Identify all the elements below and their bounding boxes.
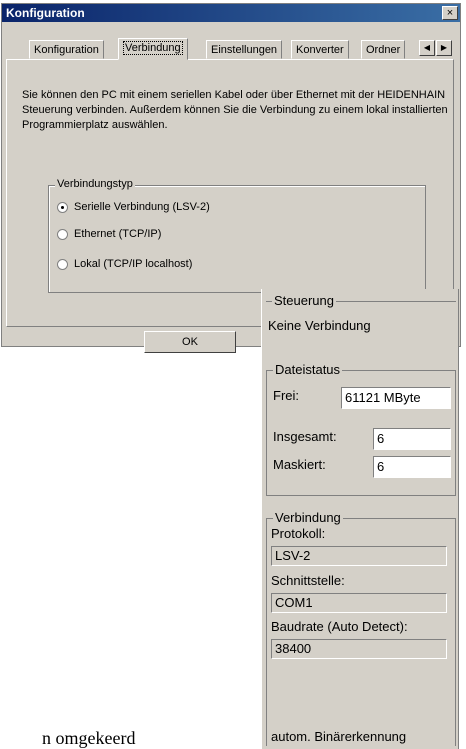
radio-unselected-icon — [57, 228, 68, 240]
insgesamt-field: 6 — [373, 428, 451, 450]
radio-ethernet[interactable]: Ethernet (TCP/IP) — [57, 228, 161, 240]
radio-local[interactable]: Lokal (TCP/IP localhost) — [57, 258, 192, 270]
tab-konverter[interactable]: Konverter — [291, 40, 349, 59]
verbindung-title: Verbindung — [273, 510, 343, 525]
close-button[interactable]: × — [442, 6, 458, 20]
schnittstelle-field: COM1 — [271, 593, 447, 613]
scroll-right-icon[interactable]: ▶ — [436, 40, 452, 56]
frei-field: 61121 MByte — [341, 387, 451, 409]
scroll-left-icon[interactable]: ◀ — [419, 40, 435, 56]
radio-selected-icon — [57, 201, 68, 213]
description-text: Sie können den PC mit einem seriellen Ka… — [22, 89, 448, 131]
tab-scroll-arrows: ◀ ▶ — [419, 40, 453, 57]
status-panel: Steuerung Keine Verbindung Dateistatus F… — [261, 289, 459, 749]
maskiert-label: Maskiert: — [273, 457, 326, 472]
tab-verbindung[interactable]: Verbindung — [118, 38, 188, 60]
baudrate-field: 38400 — [271, 639, 447, 659]
schnittstelle-label: Schnittstelle: — [271, 573, 345, 588]
radio-label: Lokal (TCP/IP localhost) — [74, 258, 193, 270]
radio-label: Serielle Verbindung (LSV-2) — [74, 201, 210, 213]
steuerung-value: Keine Verbindung — [268, 318, 371, 333]
connection-type-group: Verbindungstyp Serielle Verbindung (LSV-… — [48, 178, 426, 293]
insgesamt-label: Insgesamt: — [273, 429, 337, 444]
baudrate-label: Baudrate (Auto Detect): — [271, 619, 408, 634]
ok-button[interactable]: OK — [144, 331, 236, 353]
protokoll-field: LSV-2 — [271, 546, 447, 566]
steuerung-group: Steuerung Keine Verbindung — [266, 293, 456, 341]
page-text-fragment: n omgekeerd — [42, 728, 136, 748]
group-title: Verbindungstyp — [55, 178, 135, 190]
dateistatus-group: Dateistatus Frei: 61121 MByte Insgesamt:… — [266, 362, 456, 496]
tab-konfiguration[interactable]: Konfiguration — [29, 40, 104, 59]
maskiert-field: 6 — [373, 456, 451, 478]
tab-ordner[interactable]: Ordner — [361, 40, 406, 59]
close-icon: × — [446, 7, 454, 19]
tab-einstellungen[interactable]: Einstellungen — [206, 40, 283, 59]
protokoll-label: Protokoll: — [271, 526, 326, 541]
radio-label: Ethernet (TCP/IP) — [74, 228, 162, 240]
radio-unselected-icon — [57, 258, 68, 270]
verbindung-group: Verbindung Protokoll: LSV-2 Schnittstell… — [266, 510, 456, 746]
dateistatus-title: Dateistatus — [273, 362, 343, 377]
dialog-title: Konfiguration — [6, 6, 85, 20]
frei-label: Frei: — [273, 388, 299, 403]
radio-serial[interactable]: Serielle Verbindung (LSV-2) — [57, 201, 210, 213]
steuerung-title: Steuerung — [272, 293, 336, 308]
binaer-label: autom. Binärerkennung — [271, 729, 407, 744]
title-bar: Konfiguration × — [2, 4, 460, 22]
